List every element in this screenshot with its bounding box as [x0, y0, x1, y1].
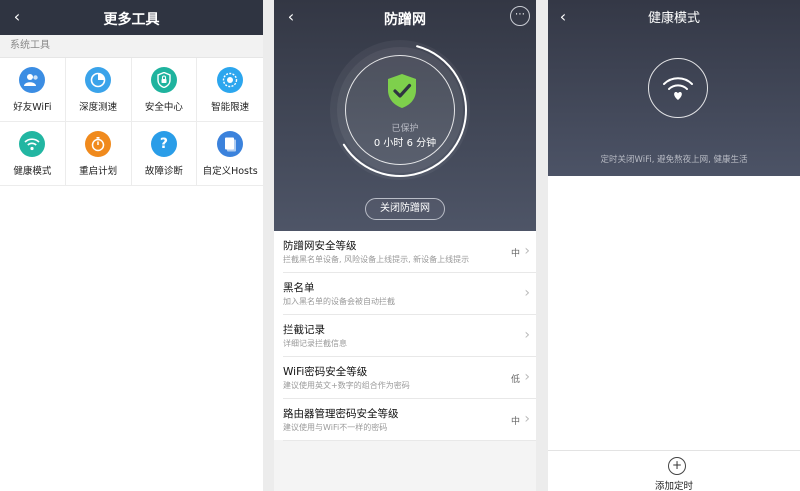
setting-subtitle: 建议使用英文+数字的组合作为密码: [283, 381, 410, 390]
status-header: ‹ 防蹭网 ⋯ 已保护 0 小时 6 分钟 关闭防蹭网: [274, 0, 536, 231]
document-icon: [217, 130, 244, 157]
more-tools-screen: ‹ 更多工具 系统工具 好友WiFi 深度测速 安全中心 智能限速 健康模式 重…: [0, 0, 263, 491]
setting-subtitle: 详细记录拦截信息: [283, 339, 347, 348]
page-title: 更多工具: [103, 12, 160, 28]
chevron-right-icon: ›: [524, 369, 530, 385]
setting-value: 低: [510, 375, 520, 385]
close-protection-button[interactable]: 关闭防蹭网: [365, 198, 445, 220]
add-schedule-button[interactable]: +: [668, 457, 686, 475]
health-header: ‹ 健康模式 定时关闭WiFi, 避免熬夜上网, 健康生活: [548, 0, 800, 176]
tool-label: 安全中心: [144, 101, 183, 113]
shield-check-icon: [388, 74, 416, 108]
question-icon: ?: [150, 130, 177, 157]
page-title: 健康模式: [647, 11, 700, 26]
setting-value: 中: [510, 417, 520, 427]
section-label: 系统工具: [0, 35, 263, 57]
tool-friend-wifi[interactable]: 好友WiFi: [0, 58, 66, 122]
tools-grid: 好友WiFi 深度测速 安全中心 智能限速 健康模式 重启计划 ? 故障诊断 自…: [0, 57, 263, 186]
setting-security-level[interactable]: 防蹭网安全等级 拦截黑名单设备, 风险设备上线提示, 新设备上线提示 中 ›: [283, 231, 536, 273]
setting-intercept-log[interactable]: 拦截记录 详细记录拦截信息 ›: [283, 315, 536, 357]
timer-icon: [85, 130, 112, 157]
shield-lock-icon: [150, 66, 177, 93]
tool-label: 好友WiFi: [13, 101, 52, 113]
health-mode-screen: ‹ 健康模式 定时关闭WiFi, 避免熬夜上网, 健康生活 + 添加定时: [548, 0, 800, 491]
setting-title: 黑名单: [283, 282, 315, 294]
setting-title: 路由器管理密码安全等级: [283, 408, 399, 420]
tool-custom-hosts[interactable]: 自定义Hosts: [197, 122, 263, 186]
setting-title: 拦截记录: [283, 324, 325, 336]
limit-dial-icon: [217, 66, 244, 93]
chevron-right-icon: ›: [524, 327, 530, 343]
setting-title: WiFi密码安全等级: [283, 366, 368, 378]
tool-label: 健康模式: [13, 165, 52, 177]
health-caption: 定时关闭WiFi, 避免熬夜上网, 健康生活: [600, 155, 748, 165]
setting-title: 防蹭网安全等级: [283, 240, 357, 252]
page-title: 防蹭网: [384, 12, 426, 28]
schedule-list-empty: [548, 176, 800, 450]
footer-bar: + 添加定时: [548, 450, 800, 491]
wifi-icon: [19, 130, 46, 157]
tool-label: 故障诊断: [144, 165, 183, 177]
people-icon: [19, 66, 46, 93]
tool-label: 深度测速: [79, 101, 118, 113]
header-bar: ‹ 更多工具: [0, 0, 263, 35]
chevron-right-icon: ›: [524, 243, 530, 259]
wifi-heart-icon: [663, 77, 693, 100]
chevron-right-icon: ›: [524, 285, 530, 301]
speed-pie-icon: [85, 66, 112, 93]
setting-wifi-password-level[interactable]: WiFi密码安全等级 建议使用英文+数字的组合作为密码 低 ›: [283, 357, 536, 399]
more-options-icon[interactable]: ⋯: [510, 6, 530, 26]
tool-label: 智能限速: [211, 101, 250, 113]
tool-security-center[interactable]: 安全中心: [131, 58, 198, 122]
tool-diagnosis[interactable]: ? 故障诊断: [131, 122, 198, 186]
screen-stage: ‹ 更多工具 系统工具 好友WiFi 深度测速 安全中心 智能限速 健康模式 重…: [0, 0, 800, 491]
chevron-right-icon: ›: [524, 411, 530, 427]
tool-label: 自定义Hosts: [202, 165, 258, 177]
tool-smart-limit[interactable]: 智能限速: [197, 58, 263, 122]
protection-status: 已保护: [391, 124, 419, 134]
add-schedule-label[interactable]: 添加定时: [548, 478, 800, 491]
tool-reboot-plan[interactable]: 重启计划: [65, 122, 132, 186]
setting-subtitle: 建议使用与WiFi不一样的密码: [283, 423, 388, 432]
setting-blacklist[interactable]: 黑名单 加入黑名单的设备会被自动拦截 ›: [283, 273, 536, 315]
anti-freeload-screen: ‹ 防蹭网 ⋯ 已保护 0 小时 6 分钟 关闭防蹭网 防蹭网安全等级 拦截黑名…: [274, 0, 536, 491]
tool-health-mode[interactable]: 健康模式: [0, 122, 66, 186]
settings-list: 防蹭网安全等级 拦截黑名单设备, 风险设备上线提示, 新设备上线提示 中 › 黑…: [274, 231, 536, 441]
setting-admin-password-level[interactable]: 路由器管理密码安全等级 建议使用与WiFi不一样的密码 中 ›: [283, 399, 536, 441]
setting-subtitle: 加入黑名单的设备会被自动拦截: [283, 297, 395, 306]
setting-subtitle: 拦截黑名单设备, 风险设备上线提示, 新设备上线提示: [283, 255, 470, 264]
tool-speed-test[interactable]: 深度测速: [65, 58, 132, 122]
tool-label: 重启计划: [79, 165, 118, 177]
protection-duration: 0 小时 6 分钟: [373, 138, 437, 149]
setting-value: 中: [510, 249, 520, 259]
